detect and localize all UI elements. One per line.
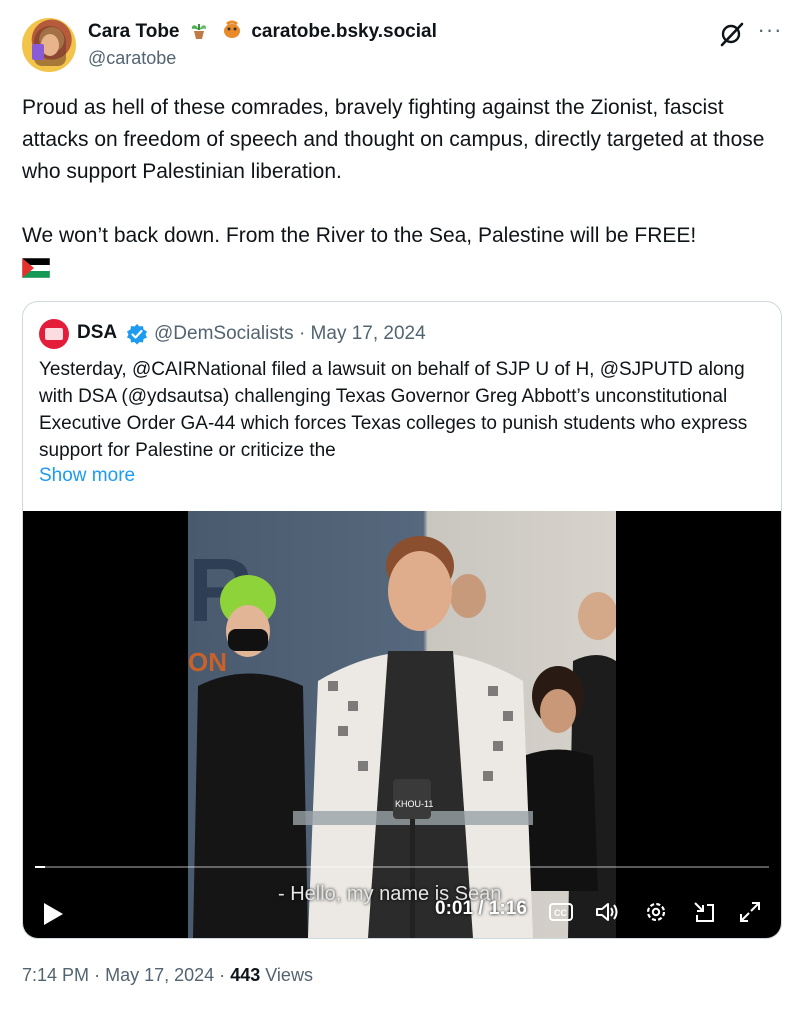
plant-emoji-icon (189, 20, 209, 46)
avatar[interactable] (22, 18, 76, 72)
more-icon[interactable]: ··· (756, 18, 784, 46)
play-icon[interactable] (41, 901, 65, 927)
verified-icon (126, 323, 148, 345)
video-time: 0:01 / 1:16 (435, 898, 527, 919)
quote-date[interactable]: May 17, 2024 (311, 323, 426, 344)
progress-track[interactable] (35, 866, 769, 868)
settings-icon[interactable] (643, 899, 669, 925)
post-date[interactable]: May 17, 2024 (105, 965, 214, 985)
tweet-meta: 7:14 PM · May 17, 2024 · 443 Views (22, 965, 313, 986)
quote-text: Yesterday, @CAIRNational filed a lawsuit… (39, 359, 748, 461)
separator-dot: · (219, 965, 226, 985)
video-frame: R ON KHOU-11 (188, 511, 616, 938)
quote-handle[interactable]: @DemSocialists (154, 323, 294, 344)
volume-icon[interactable] (594, 899, 620, 925)
quote-display-name[interactable]: DSA (77, 322, 117, 344)
palestine-flag-icon (21, 257, 51, 279)
quote-avatar[interactable] (39, 319, 69, 349)
tweet-text: Proud as hell of these comrades, bravely… (22, 92, 782, 252)
tweet-paragraph-1: Proud as hell of these comrades, bravely… (22, 96, 765, 183)
progress-fill (35, 866, 45, 868)
captions-icon[interactable]: CC (548, 899, 574, 925)
show-more-link[interactable]: Show more (39, 465, 135, 487)
separator-dot: · (298, 323, 306, 344)
display-name[interactable]: Cara Tobe caratobe.bsky.social (88, 20, 437, 46)
quoted-tweet-card[interactable]: DSA @DemSocialists · May 17, 2024 Yester… (22, 301, 782, 939)
views-count: 443 (230, 965, 261, 985)
fullscreen-icon[interactable] (737, 899, 763, 925)
quote-handle-date: @DemSocialists · May 17, 2024 (154, 323, 426, 345)
butterfly-emoji-icon (222, 20, 242, 46)
svg-text:ON: ON (188, 647, 227, 677)
post-time[interactable]: 7:14 PM (22, 965, 89, 985)
grok-icon[interactable] (718, 20, 746, 48)
user-handle[interactable]: @caratobe (88, 48, 176, 69)
separator-dot: · (94, 965, 101, 985)
mic-flag-label: KHOU-11 (395, 799, 433, 809)
svg-text:CC: CC (554, 908, 567, 918)
tweet-paragraph-2: We won’t back down. From the River to th… (22, 224, 697, 247)
video-player[interactable]: R ON KHOU-11 - Hello, my name is Sean 0:… (23, 511, 781, 938)
pip-icon[interactable] (691, 899, 717, 925)
display-name-text: Cara Tobe (88, 21, 180, 42)
views-label: Views (265, 965, 313, 985)
bsky-handle: caratobe.bsky.social (251, 21, 437, 42)
